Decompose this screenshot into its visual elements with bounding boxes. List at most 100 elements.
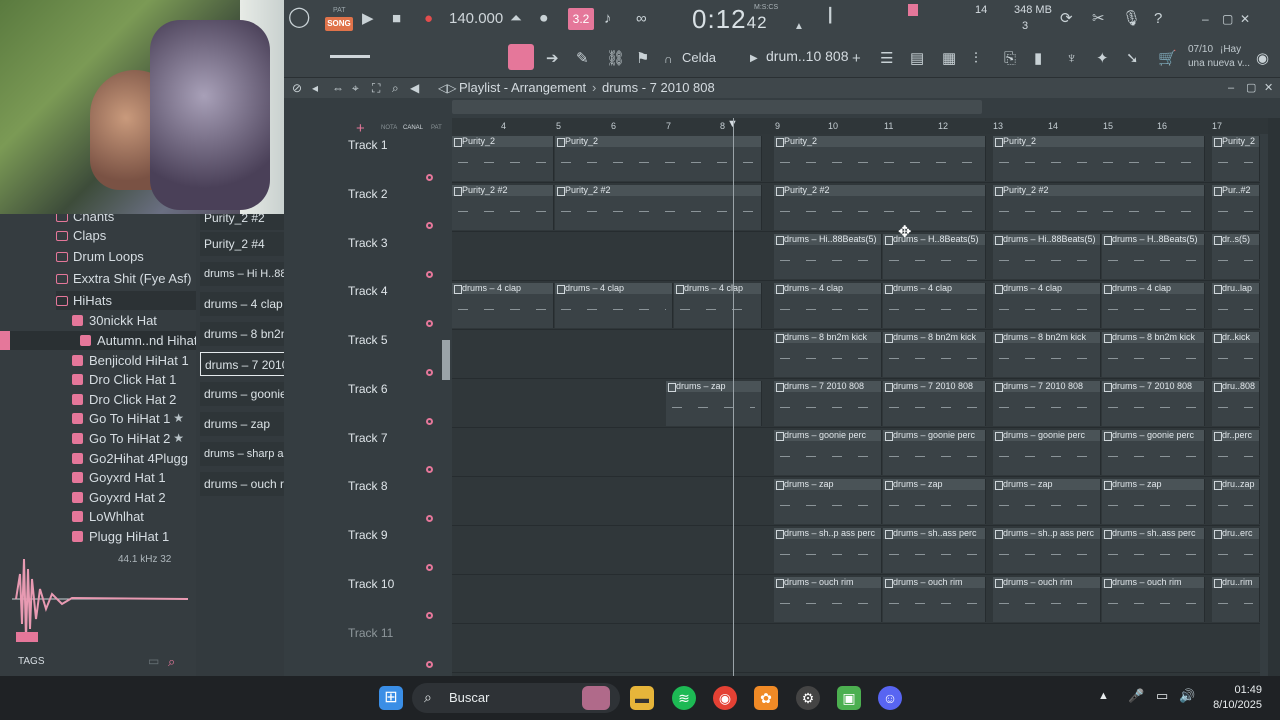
- wait-record-icon[interactable]: ⏺: [540, 10, 548, 28]
- track-lane-1[interactable]: Purity_2 Purity_2 Purity_2 Purity_2 Puri…: [452, 134, 1260, 183]
- file-explorer-icon[interactable]: ▬: [630, 686, 654, 710]
- track-mute-icon[interactable]: [426, 612, 433, 619]
- app-icon[interactable]: ▣: [837, 686, 861, 710]
- track-lane-8[interactable]: drums – zap drums – zap drums – zap drum…: [452, 477, 1260, 526]
- pattern-clip[interactable]: drums – 4 clap: [774, 283, 882, 328]
- pattern-clip[interactable]: drums – zap: [774, 479, 882, 524]
- minimize-icon[interactable]: –: [1202, 10, 1209, 28]
- browser-icon[interactable]: ⎘: [1004, 50, 1016, 68]
- main-volume-slider[interactable]: [330, 55, 370, 58]
- pattern-clip[interactable]: drums – sh..ass perc: [1102, 528, 1205, 573]
- track-lane-10[interactable]: drums – ouch rim drums – ouch rim drums …: [452, 575, 1260, 624]
- track-name[interactable]: Track 3: [348, 236, 388, 250]
- playlist-tool-icon-2[interactable]: ⇔: [332, 79, 344, 97]
- track-name[interactable]: Track 7: [348, 431, 388, 445]
- mic-icon[interactable]: 🎙: [1122, 10, 1141, 28]
- pattern-clip[interactable]: dru..lap: [1212, 283, 1260, 328]
- browser-file-selected[interactable]: Autumn..nd Hihat: [0, 331, 197, 350]
- browser-folder-claps[interactable]: Claps: [56, 226, 106, 245]
- track-mute-icon[interactable]: [426, 369, 433, 376]
- playlist-scrollbar[interactable]: [452, 100, 982, 114]
- browser-file[interactable]: Plugg HiHat 1: [72, 527, 169, 546]
- pattern-clip[interactable]: dr..kick: [1212, 332, 1260, 377]
- track-lane-6[interactable]: drums – zap drums – 7 2010 808 drums – 7…: [452, 379, 1260, 428]
- track-name[interactable]: Track 9: [348, 528, 388, 542]
- playlist-window-button[interactable]: [508, 44, 534, 70]
- blend-notes-icon[interactable]: ♪: [604, 10, 612, 28]
- pattern-clip[interactable]: dru..808: [1212, 381, 1260, 426]
- track-name[interactable]: Track 2: [348, 187, 388, 201]
- time-unit-label[interactable]: M:S:CS: [754, 4, 778, 11]
- pattern-clip[interactable]: drums – Hi..88Beats(5): [993, 234, 1101, 279]
- pattern-clip[interactable]: dru..erc: [1212, 528, 1260, 573]
- pattern-clip[interactable]: Purity_2 #2: [774, 185, 986, 230]
- playlist-maximize-icon[interactable]: ▢: [1246, 79, 1256, 97]
- pattern-clip[interactable]: drums – sh..p ass perc: [993, 528, 1101, 573]
- browser-file[interactable]: Goyxrd Hat 1: [72, 468, 166, 487]
- track-mute-icon[interactable]: [426, 320, 433, 327]
- pattern-clip[interactable]: drums – 4 clap: [883, 283, 986, 328]
- pattern-clip[interactable]: drums – 4 clap: [993, 283, 1101, 328]
- search-icon[interactable]: ⌕: [168, 652, 175, 671]
- playlist-breadcrumb[interactable]: drums - 7 2010 808: [602, 80, 715, 95]
- panic-icon[interactable]: ⟳: [1060, 10, 1073, 28]
- track-lane-4[interactable]: drums – 4 clap drums – 4 clap drums – 4 …: [452, 281, 1260, 330]
- pattern-clip[interactable]: drums – 8 bn2m kick: [993, 332, 1101, 377]
- pattern-clip[interactable]: drums – 7 2010 808: [993, 381, 1101, 426]
- pattern-clip[interactable]: drums – 7 2010 808: [883, 381, 986, 426]
- track-lane-11[interactable]: [452, 624, 1260, 673]
- pattern-clip[interactable]: Pur..#2: [1212, 185, 1260, 230]
- spotify-icon[interactable]: ≋: [672, 686, 696, 710]
- track-lane-3[interactable]: drums – Hi..88Beats(5) drums – H..8Beats…: [452, 232, 1260, 281]
- pattern-clip[interactable]: drums – 7 2010 808: [1102, 381, 1205, 426]
- pattern-clip[interactable]: drums – zap: [883, 479, 986, 524]
- pattern-clip[interactable]: dr..perc: [1212, 430, 1260, 475]
- pattern-clip[interactable]: drums – goonie perc: [774, 430, 882, 475]
- pattern-number[interactable]: 3.2: [568, 8, 594, 30]
- track-scroll-handle[interactable]: [442, 340, 450, 380]
- metronome-icon[interactable]: ⏶: [510, 10, 522, 28]
- track-name[interactable]: Track 1: [348, 138, 388, 152]
- arrangement-lanes[interactable]: Purity_2 Purity_2 Purity_2 Purity_2 Puri…: [452, 134, 1260, 676]
- pattern-clip[interactable]: drums – 8 bn2m kick: [1102, 332, 1205, 377]
- browser-file[interactable]: Go To HiHat 1 ★: [72, 409, 196, 428]
- browser-file[interactable]: 30nickk Hat: [72, 311, 157, 330]
- obs-icon[interactable]: ⚙: [796, 686, 820, 710]
- playlist-options-icon[interactable]: ⊘: [292, 79, 302, 97]
- track-mute-icon[interactable]: [426, 661, 433, 668]
- news-text-2[interactable]: una nueva v...: [1188, 58, 1250, 69]
- track-mute-icon[interactable]: [426, 515, 433, 522]
- pattern-clip[interactable]: drums – ouch rim: [993, 577, 1101, 622]
- pattern-clip[interactable]: drums – 4 clap: [674, 283, 762, 328]
- track-lane-5[interactable]: drums – 8 bn2m kick drums – 8 bn2m kick …: [452, 330, 1260, 379]
- browser-file[interactable]: Goyxrd Hat 2: [72, 488, 166, 507]
- pattern-clip[interactable]: dru..rim: [1212, 577, 1260, 622]
- playlist-minimize-icon[interactable]: –: [1228, 79, 1234, 97]
- folder-tag-icon[interactable]: ▭: [148, 652, 159, 671]
- nav-icon[interactable]: ◁▷: [438, 79, 456, 97]
- windows-start-icon[interactable]: ⊞: [379, 686, 403, 710]
- chrome-icon[interactable]: ◉: [713, 686, 737, 710]
- pattern-clip[interactable]: Purity_2: [774, 136, 986, 181]
- download-icon[interactable]: ➘: [1126, 50, 1139, 68]
- add-pattern-icon[interactable]: +: [852, 50, 861, 68]
- play-icon[interactable]: ▶: [362, 10, 374, 28]
- stamp-icon[interactable]: ⚑: [636, 50, 649, 68]
- pattern-clip[interactable]: drums – goonie perc: [993, 430, 1101, 475]
- track-name[interactable]: Track 11: [348, 626, 393, 640]
- fl-logo-icon[interactable]: ◉: [1256, 50, 1269, 68]
- track-name[interactable]: Track 4: [348, 284, 388, 298]
- loop-record-icon[interactable]: ∞: [636, 10, 647, 28]
- pattern-clip[interactable]: Purity_2: [555, 136, 762, 181]
- star-icon[interactable]: ★: [173, 429, 184, 448]
- browser-file[interactable]: Go To HiHat 2 ★: [72, 429, 196, 448]
- pattern-clip[interactable]: drums – ouch rim: [883, 577, 986, 622]
- track-mute-icon[interactable]: [426, 271, 433, 278]
- tempo-display[interactable]: 140.000: [449, 10, 503, 27]
- master-volume-icon[interactable]: ┃: [826, 6, 834, 24]
- browser-folder-drum-loops[interactable]: Drum Loops: [56, 247, 144, 266]
- waveform-preview[interactable]: [12, 554, 189, 644]
- track-name[interactable]: Track 6: [348, 382, 388, 396]
- mixer-icon[interactable]: ☰: [880, 50, 893, 68]
- track-mute-icon[interactable]: [426, 222, 433, 229]
